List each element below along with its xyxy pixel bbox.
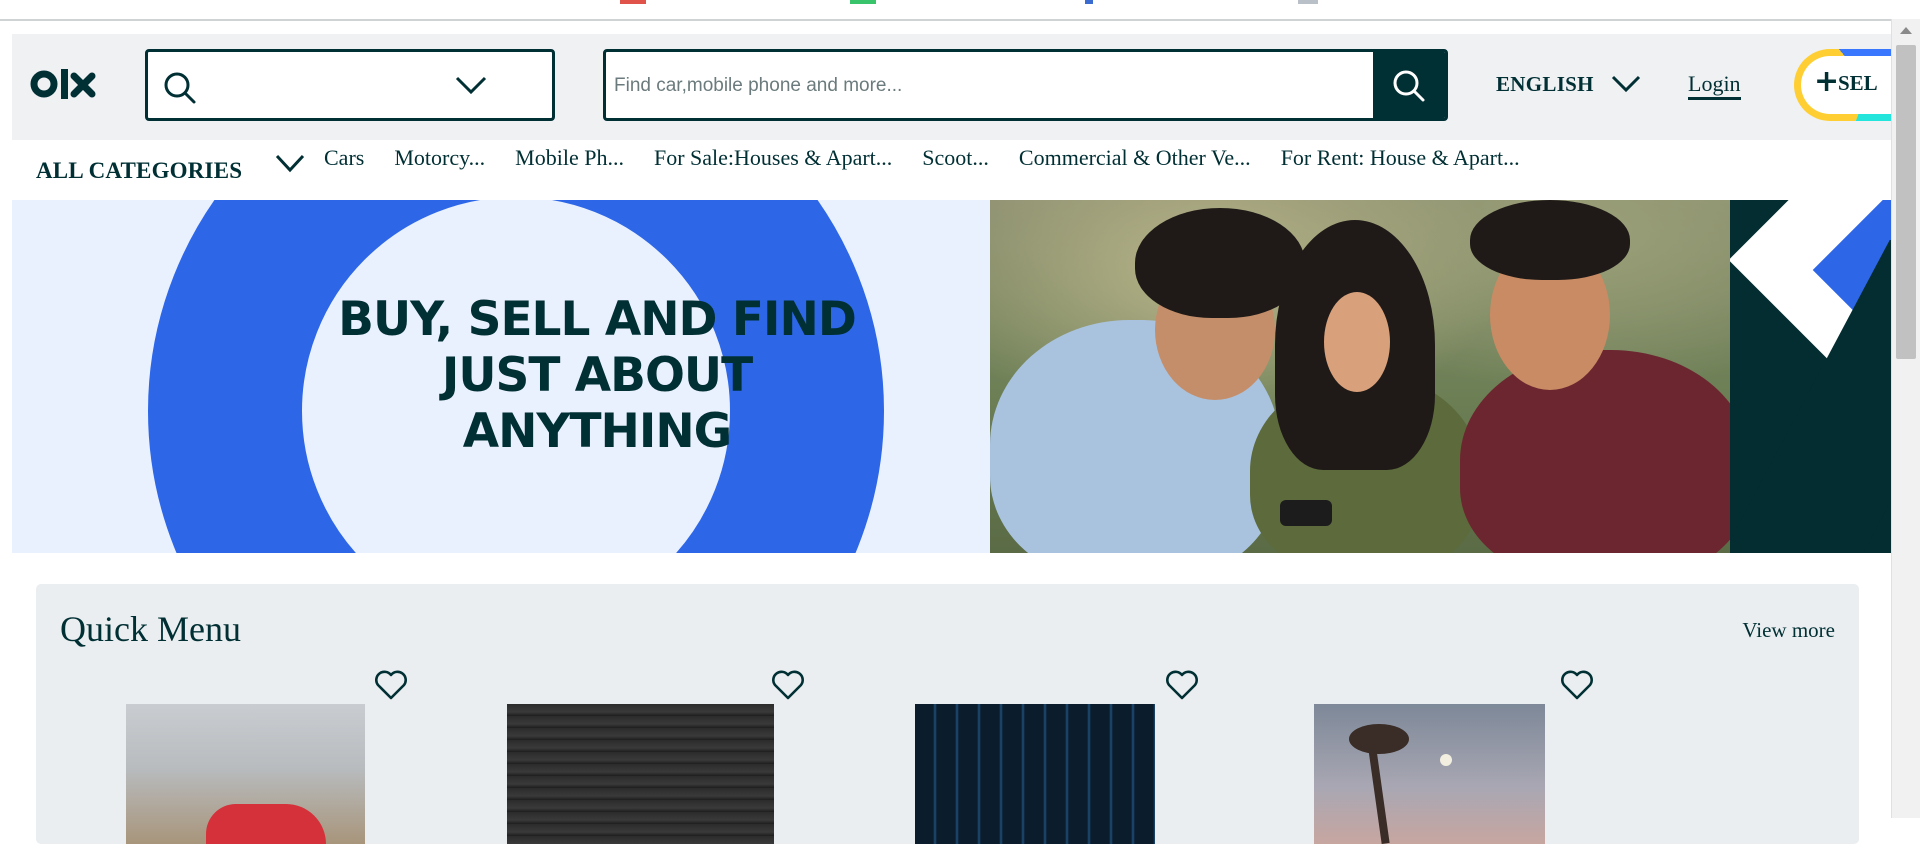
plus-icon: + <box>1814 64 1840 99</box>
tree-moon-photo <box>1314 704 1545 844</box>
category-item[interactable]: For Rent: House & Apart... <box>1281 145 1520 171</box>
search-button[interactable] <box>1373 52 1445 118</box>
location-input[interactable] <box>145 49 555 121</box>
search-icon <box>162 70 198 111</box>
chevron-down-icon[interactable] <box>274 152 306 179</box>
all-categories-toggle[interactable]: ALL CATEGORIES <box>36 158 242 184</box>
sell-button[interactable]: + SEL <box>1794 49 1892 121</box>
category-item[interactable]: Scoot... <box>922 145 989 171</box>
search-field <box>603 49 1448 121</box>
category-item[interactable]: For Sale:Houses & Apart... <box>654 145 892 171</box>
heart-icon[interactable] <box>1560 670 1594 705</box>
scroll-up-arrow-icon[interactable] <box>1900 27 1912 34</box>
category-item[interactable]: Motorcy... <box>394 145 485 171</box>
browser-top-strip <box>0 0 1920 21</box>
category-item[interactable]: Commercial & Other Ve... <box>1019 145 1251 171</box>
quick-menu-title: Quick Menu <box>60 609 241 649</box>
category-bar: ALL CATEGORIES Cars Motorcy... Mobile Ph… <box>12 140 1892 200</box>
phone-in-photo <box>1280 500 1332 526</box>
search-input[interactable] <box>612 62 1376 110</box>
login-link[interactable]: Login <box>1688 71 1741 100</box>
site-header: olx ENGLISH Login + SEL <box>12 34 1892 140</box>
view-more-link[interactable]: View more <box>1742 618 1835 643</box>
olx-logo[interactable]: olx <box>30 64 100 104</box>
heart-icon[interactable] <box>771 670 805 705</box>
banner-corner-graphic <box>1730 200 1894 553</box>
hero-banner[interactable]: BUY, SELL AND FIND JUST ABOUT ANYTHING <box>12 200 1894 553</box>
city-night-photo <box>915 704 1155 844</box>
category-list: Cars Motorcy... Mobile Ph... For Sale:Ho… <box>324 145 1550 171</box>
sell-button-label: SEL <box>1838 71 1878 95</box>
category-item[interactable]: Cars <box>324 145 364 171</box>
language-selector[interactable]: ENGLISH <box>1496 72 1594 97</box>
scrollbar-thumb[interactable] <box>1896 45 1916 359</box>
chevron-down-icon[interactable] <box>454 74 488 101</box>
red-car-photo <box>126 704 365 844</box>
dark-texture-photo <box>507 704 774 844</box>
banner-graphic: BUY, SELL AND FIND JUST ABOUT ANYTHING <box>12 200 990 553</box>
banner-headline: BUY, SELL AND FIND JUST ABOUT ANYTHING <box>338 292 857 459</box>
banner-photo <box>990 200 1730 553</box>
page-scrollbar[interactable] <box>1891 19 1920 818</box>
chevron-down-icon[interactable] <box>1610 74 1642 99</box>
heart-icon[interactable] <box>374 670 408 705</box>
quick-menu-section: Quick Menu View more <box>36 584 1859 844</box>
heart-icon[interactable] <box>1165 670 1199 705</box>
category-item[interactable]: Mobile Ph... <box>515 145 624 171</box>
